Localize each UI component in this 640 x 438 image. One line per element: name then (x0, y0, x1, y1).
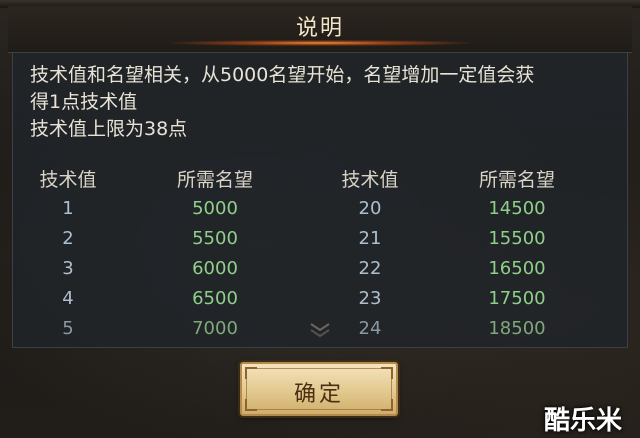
table-header: 技术值 所需名望 技术值 所需名望 (0, 165, 640, 193)
confirm-button[interactable]: 确定 (240, 362, 398, 416)
skill-value-cell: 5 (62, 318, 74, 339)
reputation-cell: 18500 (488, 318, 546, 339)
skill-value-cell: 2 (62, 228, 74, 249)
site-watermark: 酷乐米 (544, 406, 623, 436)
table-row: 4 6500 23 17500 (0, 288, 640, 316)
description-line: 得1点技术值 (30, 91, 138, 113)
reputation-cell: 5000 (192, 198, 238, 219)
description-text: 技术值和名望相关，从5000名望开始，名望增加一定值会获 得1点技术值 技术值上… (30, 62, 620, 143)
reputation-cell: 6500 (192, 288, 238, 309)
skill-value-cell: 22 (358, 258, 382, 279)
reputation-cell: 17500 (488, 288, 546, 309)
description-line: 技术值和名望相关，从5000名望开始，名望增加一定值会获 (30, 64, 535, 86)
reputation-cell: 14500 (488, 198, 546, 219)
skill-value-cell: 24 (358, 318, 382, 339)
dialog-title: 说明 (295, 16, 344, 41)
skill-value-cell: 3 (62, 258, 74, 279)
header-skill-value: 技术值 (39, 169, 97, 191)
skill-value-cell: 23 (358, 288, 382, 309)
game-screen: 说明 技术值和名望相关，从5000名望开始，名望增加一定值会获 得1点技术值 技… (0, 0, 640, 438)
table-row: 2 5500 21 15500 (0, 228, 640, 256)
header-required-reputation: 所需名望 (478, 169, 555, 191)
reputation-cell: 6000 (192, 258, 238, 279)
reputation-cell: 15500 (488, 228, 546, 249)
table-row: 1 5000 20 14500 (0, 198, 640, 226)
skill-value-cell: 20 (358, 198, 382, 219)
skill-value-cell: 21 (358, 228, 382, 249)
double-chevron-down-icon[interactable] (306, 320, 334, 340)
reputation-cell: 5500 (192, 228, 238, 249)
skill-value-cell: 4 (62, 288, 74, 309)
reputation-cell: 7000 (192, 318, 238, 339)
header-skill-value: 技术值 (341, 169, 399, 191)
header-required-reputation: 所需名望 (176, 169, 253, 191)
confirm-button-label: 确定 (293, 382, 344, 407)
table-row: 3 6000 22 16500 (0, 258, 640, 286)
skill-value-cell: 1 (62, 198, 74, 219)
reputation-cell: 16500 (488, 258, 546, 279)
description-line: 技术值上限为38点 (30, 118, 188, 140)
